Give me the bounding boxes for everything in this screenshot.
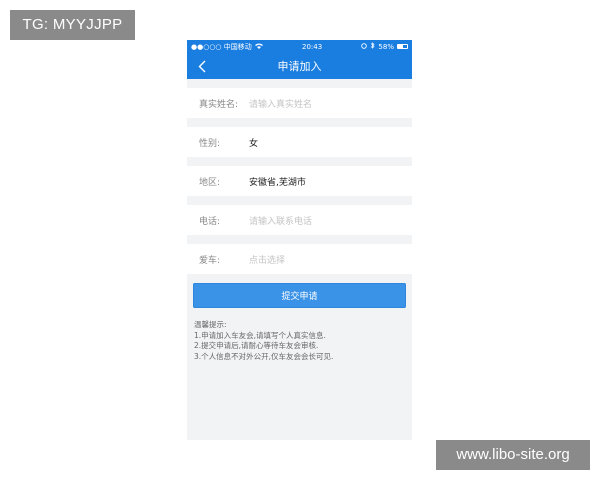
gender-value[interactable]: 女	[249, 136, 258, 149]
name-input[interactable]: 请输入真实姓名	[249, 97, 312, 110]
name-label: 真实姓名:	[199, 99, 239, 110]
phone-row[interactable]: 电话: 请输入联系电话	[187, 205, 412, 235]
battery-fill	[397, 45, 404, 48]
phone-screen: ●●○○○ 中国移动 20:43 58% 申请加入 真实姓名: 请输入真实姓名	[187, 40, 412, 440]
watermark-top-left: TG: MYYJJPP	[10, 10, 135, 40]
status-bar: ●●○○○ 中国移动 20:43 58%	[187, 40, 412, 53]
name-row[interactable]: 真实姓名: 请输入真实姓名	[187, 88, 412, 118]
carrier-label: ●●○○○ 中国移动	[191, 42, 252, 51]
submit-button[interactable]: 提交申请	[193, 283, 406, 308]
gender-label: 性别:	[199, 138, 221, 149]
region-row[interactable]: 地区: 安徽省,芜湖市	[187, 166, 412, 196]
battery-percent: 58%	[378, 42, 394, 51]
nav-bar: 申请加入	[187, 53, 412, 79]
watermark-bottom-right: www.libo-site.org	[436, 440, 590, 470]
status-time: 20:43	[302, 42, 323, 51]
bluetooth-icon	[370, 42, 375, 51]
region-value[interactable]: 安徽省,芜湖市	[249, 175, 306, 188]
tips-line: 3.个人信息不对外公开,仅车友会会长可见.	[194, 351, 334, 361]
tips-box: 温馨提示: 1.申请加入车友会,请填写个人真实信息. 2.提交申请后,请耐心等待…	[194, 320, 333, 362]
car-select[interactable]: 点击选择	[249, 253, 285, 266]
alarm-icon	[361, 42, 368, 51]
gender-row[interactable]: 性别: 女	[187, 127, 412, 157]
phone-input[interactable]: 请输入联系电话	[249, 214, 312, 227]
phone-label: 电话:	[199, 216, 221, 227]
battery-icon	[396, 44, 408, 49]
region-label: 地区:	[199, 177, 221, 188]
chevron-left-icon[interactable]	[196, 59, 208, 73]
tips-title: 温馨提示:	[194, 320, 227, 329]
car-label: 爱车:	[199, 255, 221, 266]
wifi-icon	[254, 43, 263, 51]
car-row[interactable]: 爱车: 点击选择	[187, 244, 412, 274]
page-title: 申请加入	[277, 60, 322, 73]
tips-line: 2.提交申请后,请耐心等待车友会审核.	[194, 341, 319, 350]
tips-line: 1.申请加入车友会,请填写个人真实信息.	[194, 330, 326, 340]
